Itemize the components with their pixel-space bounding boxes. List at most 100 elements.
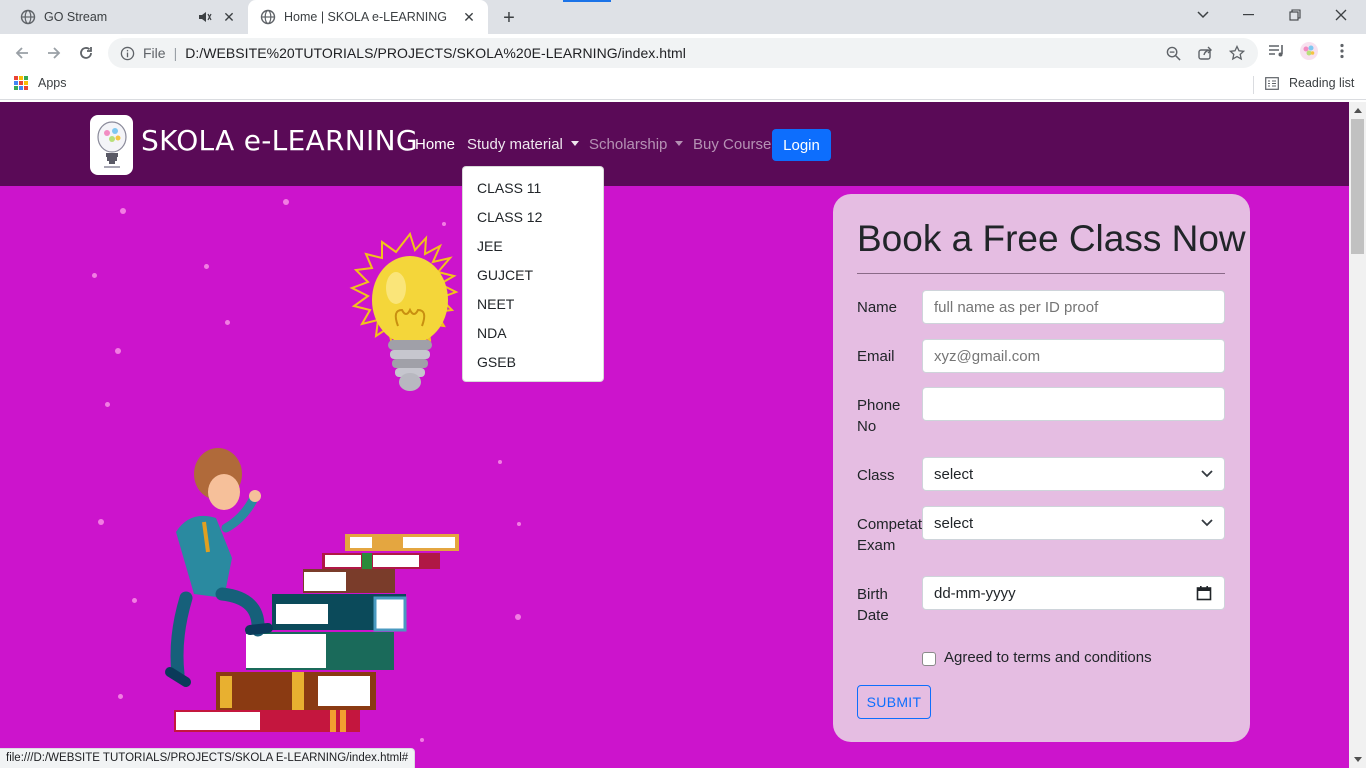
booking-form-card: Book a Free Class Now Name Email Phone N… <box>833 194 1250 742</box>
caret-down-icon <box>570 141 579 146</box>
login-button[interactable]: Login <box>772 129 831 161</box>
back-arrow-icon[interactable] <box>8 39 36 67</box>
speaker-icon[interactable] <box>196 9 214 25</box>
nav-scholarship[interactable]: Scholarship <box>589 136 684 153</box>
decor-dot <box>92 273 97 278</box>
info-icon[interactable] <box>119 45 135 61</box>
email-label: Email <box>857 348 895 365</box>
dropdown-item-class-11[interactable]: CLASS 11 <box>463 174 603 203</box>
chevron-down-icon <box>1200 467 1214 481</box>
browser-toolbar: File | D:/WEBSITE%20TUTORIALS/PROJECTS/S… <box>0 34 1366 70</box>
dropdown-item-jee[interactable]: JEE <box>463 232 603 261</box>
submit-button[interactable]: SUBMIT <box>857 685 931 719</box>
terms-label[interactable]: Agreed to terms and conditions <box>944 649 1152 666</box>
bookmarks-divider <box>1253 76 1254 94</box>
reading-list-icon <box>1265 76 1279 90</box>
dropdown-item-neet[interactable]: NEET <box>463 290 603 319</box>
apps-label: Apps <box>38 76 67 90</box>
scroll-up-arrow-icon[interactable] <box>1349 102 1366 119</box>
media-control-icon[interactable] <box>1266 40 1288 62</box>
minimize-icon[interactable] <box>1226 0 1272 30</box>
tab-skola-home[interactable]: Home | SKOLA e-LEARNING ✕ <box>248 0 488 34</box>
email-input[interactable] <box>922 339 1225 373</box>
page-scrollbar[interactable] <box>1349 102 1366 768</box>
dropdown-item-gseb[interactable]: GSEB <box>463 348 603 377</box>
brand-lightbulb-icon <box>96 121 127 168</box>
page-viewport: SKOLA e-LEARNING Home Study material Sch… <box>0 102 1349 768</box>
close-icon[interactable]: ✕ <box>220 8 238 26</box>
name-label: Name <box>857 299 898 316</box>
decor-dot <box>120 208 126 214</box>
window-close-icon[interactable] <box>1318 0 1364 30</box>
dropdown-item-class-12[interactable]: CLASS 12 <box>463 203 603 232</box>
bookmark-star-icon[interactable] <box>1228 44 1246 62</box>
decor-dot <box>98 519 104 525</box>
loading-indicator <box>563 0 611 2</box>
share-icon[interactable] <box>1196 44 1214 62</box>
study-material-dropdown: CLASS 11 CLASS 12 JEE GUJCET NEET NDA GS… <box>462 166 604 382</box>
class-select-value: select <box>934 465 974 483</box>
profile-avatar-icon[interactable] <box>1298 40 1320 62</box>
decor-dot <box>105 402 110 407</box>
chevron-down-icon <box>1200 516 1214 530</box>
globe-icon <box>20 9 36 25</box>
reading-list-label: Reading list <box>1289 76 1355 90</box>
birth-date-input[interactable]: dd-mm-yyyy <box>922 576 1225 610</box>
nav-study-material-label: Study material <box>467 136 563 153</box>
class-select[interactable]: select <box>922 457 1225 491</box>
nav-scholarship-label: Scholarship <box>589 136 668 153</box>
hero-illustration <box>165 232 459 732</box>
form-title: Book a Free Class Now <box>857 218 1246 259</box>
apps-shortcut[interactable]: Apps <box>14 76 67 90</box>
caret-down-icon <box>675 141 684 146</box>
tab-search-chevron-icon[interactable] <box>1180 0 1226 30</box>
exam-select-value: select <box>934 514 974 532</box>
site-navbar: SKOLA e-LEARNING Home Study material Sch… <box>0 102 1349 186</box>
restore-icon[interactable] <box>1272 0 1318 30</box>
decor-dot <box>283 199 289 205</box>
bookmarks-bar: Apps Reading list <box>0 70 1366 100</box>
globe-icon <box>260 9 276 25</box>
calendar-icon[interactable] <box>1196 585 1212 601</box>
address-scheme: File <box>143 45 166 61</box>
scroll-thumb[interactable] <box>1351 119 1364 254</box>
new-tab-plus-icon[interactable]: + <box>498 7 520 29</box>
reload-icon[interactable] <box>72 39 100 67</box>
close-icon[interactable]: ✕ <box>460 8 478 26</box>
exam-select[interactable]: select <box>922 506 1225 540</box>
address-url[interactable]: D:/WEBSITE%20TUTORIALS/PROJECTS/SKOLA%20… <box>185 45 686 61</box>
birth-date-label: Birth Date <box>857 586 889 624</box>
decor-dot <box>442 222 446 226</box>
zoom-icon[interactable] <box>1164 44 1182 62</box>
tab-title: Home | SKOLA e-LEARNING <box>284 10 448 24</box>
address-bar[interactable]: File | D:/WEBSITE%20TUTORIALS/PROJECTS/S… <box>108 38 1258 68</box>
scroll-down-arrow-icon[interactable] <box>1349 751 1366 768</box>
nav-buy-course[interactable]: Buy Course <box>693 136 771 153</box>
tab-strip: GO Stream ✕ Home | SKOLA e-LEARNING ✕ + <box>0 0 1366 34</box>
brand-logo[interactable] <box>90 115 133 175</box>
status-bar-url: file:///D:/WEBSITE TUTORIALS/PROJECTS/SK… <box>0 748 416 768</box>
reading-list-button[interactable]: Reading list <box>1265 76 1354 90</box>
decor-dot <box>115 348 121 354</box>
nav-home[interactable]: Home <box>415 136 455 153</box>
brand-name[interactable]: SKOLA e-LEARNING <box>141 124 418 157</box>
nav-study-material[interactable]: Study material <box>467 136 579 153</box>
tab-title: GO Stream <box>44 10 108 24</box>
decor-dot <box>118 694 123 699</box>
phone-input[interactable] <box>922 387 1225 421</box>
dropdown-item-nda[interactable]: NDA <box>463 319 603 348</box>
forward-arrow-icon[interactable] <box>40 39 68 67</box>
decor-dot <box>420 738 424 742</box>
dropdown-item-gujcet[interactable]: GUJCET <box>463 261 603 290</box>
lightbulb-icon <box>349 232 459 391</box>
tab-go-stream[interactable]: GO Stream ✕ <box>8 0 248 34</box>
decor-dot <box>515 614 521 620</box>
decor-dot <box>517 522 521 526</box>
class-label: Class <box>857 467 895 484</box>
decor-dot <box>498 460 502 464</box>
phone-label: Phone No <box>857 397 901 435</box>
terms-checkbox[interactable] <box>922 652 936 666</box>
name-input[interactable] <box>922 290 1225 324</box>
exam-label: Competative Exam <box>857 516 923 554</box>
kebab-menu-icon[interactable] <box>1331 40 1353 62</box>
